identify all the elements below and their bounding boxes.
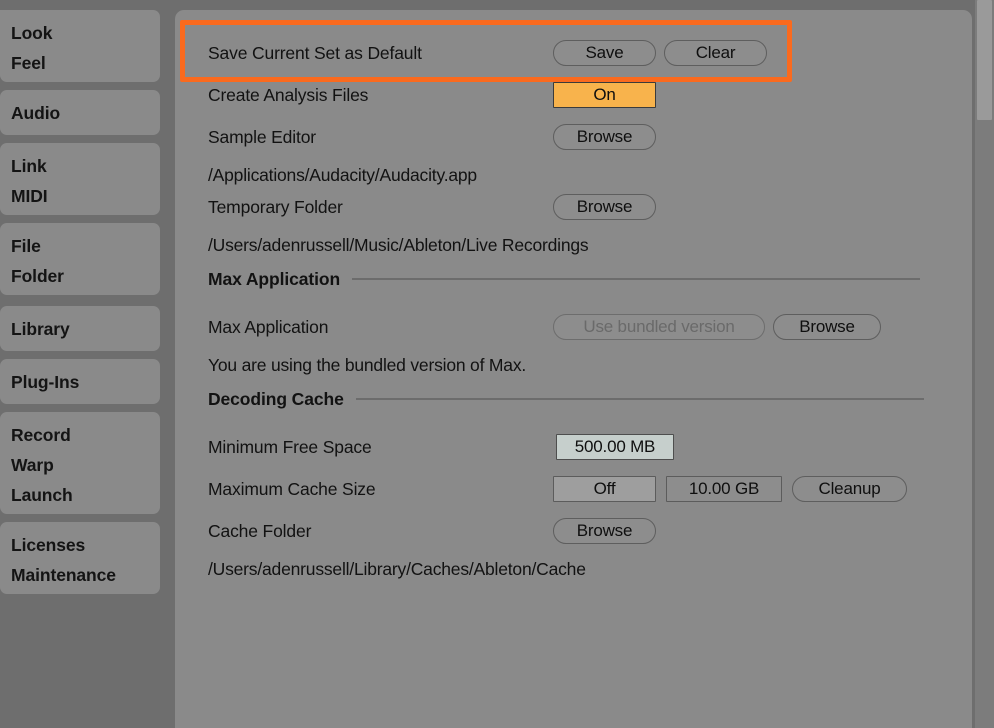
sidebar-item-audio[interactable]: Audio [0,98,160,128]
max-application-label: Max Application [208,317,329,337]
row-cache-folder: Cache Folder Browse [175,510,972,552]
max-application-browse-button[interactable]: Browse [773,314,881,340]
create-analysis-files-toggle[interactable]: On [553,82,656,108]
cache-folder-browse-button[interactable]: Browse [553,518,656,544]
create-analysis-files-label: Create Analysis Files [208,85,369,105]
sidebar-item-launch[interactable]: Launch [0,480,160,510]
sidebar-group-library[interactable]: Library [0,306,160,351]
row-save-current-set-as-default: Save Current Set as Default Save Clear [175,32,972,74]
sidebar-group-audio[interactable]: Audio [0,90,160,135]
preferences-sidebar: Look Feel Audio Link MIDI File Folder Li… [0,0,175,728]
sidebar-group-licenses-maintenance[interactable]: Licenses Maintenance [0,522,160,594]
row-create-analysis-files: Create Analysis Files On [175,74,972,116]
sidebar-group-plugins[interactable]: Plug-Ins [0,359,160,404]
temporary-folder-browse-button[interactable]: Browse [553,194,656,220]
row-temporary-folder: Temporary Folder Browse [175,186,972,228]
section-header-max-application: Max Application [175,258,972,300]
sidebar-item-library[interactable]: Library [0,314,160,344]
sidebar-group-file-folder[interactable]: File Folder [0,223,160,295]
sidebar-group-look-feel[interactable]: Look Feel [0,10,160,82]
sidebar-item-folder[interactable]: Folder [0,261,160,291]
cleanup-button[interactable]: Cleanup [792,476,907,502]
vertical-scrollbar-track[interactable] [975,0,994,728]
cache-folder-path: /Users/adenrussell/Library/Caches/Ableto… [208,559,586,579]
preferences-window: Look Feel Audio Link MIDI File Folder Li… [0,0,994,728]
sidebar-item-licenses[interactable]: Licenses [0,530,160,560]
sidebar-item-feel[interactable]: Feel [0,48,160,78]
row-maximum-cache-size: Maximum Cache Size Off 10.00 GB Cleanup [175,468,972,510]
sidebar-item-warp[interactable]: Warp [0,450,160,480]
sidebar-item-link[interactable]: Link [0,151,160,181]
sidebar-item-look[interactable]: Look [0,18,160,48]
max-application-section-title: Max Application [208,268,341,289]
save-button[interactable]: Save [553,40,656,66]
use-bundled-version-button[interactable]: Use bundled version [553,314,765,340]
row-max-application: Max Application Use bundled version Brow… [175,306,972,348]
maximum-cache-size-toggle[interactable]: Off [553,476,656,502]
sidebar-item-record[interactable]: Record [0,420,160,450]
save-current-set-label: Save Current Set as Default [208,43,422,63]
minimum-free-space-label: Minimum Free Space [208,437,372,457]
minimum-free-space-field[interactable]: 500.00 MB [556,434,674,460]
maximum-cache-size-field[interactable]: 10.00 GB [666,476,782,502]
vertical-scrollbar-thumb[interactable] [977,0,992,120]
cache-folder-label: Cache Folder [208,521,312,541]
sidebar-item-maintenance[interactable]: Maintenance [0,560,160,590]
sidebar-item-file[interactable]: File [0,231,160,261]
section-header-decoding-cache: Decoding Cache [175,378,972,420]
section-divider [352,278,921,280]
row-sample-editor: Sample Editor Browse [175,116,972,158]
sidebar-group-link-midi[interactable]: Link MIDI [0,143,160,215]
temporary-folder-label: Temporary Folder [208,197,343,217]
row-minimum-free-space: Minimum Free Space 500.00 MB [175,426,972,468]
decoding-cache-section-title: Decoding Cache [208,388,344,409]
sidebar-item-midi[interactable]: MIDI [0,181,160,211]
clear-button[interactable]: Clear [664,40,767,66]
maximum-cache-size-label: Maximum Cache Size [208,479,376,499]
preferences-content-panel: Save Current Set as Default Save Clear C… [175,10,972,728]
sidebar-item-plug-ins[interactable]: Plug-Ins [0,367,160,397]
sidebar-group-record-warp-launch[interactable]: Record Warp Launch [0,412,160,514]
sample-editor-browse-button[interactable]: Browse [553,124,656,150]
section-divider [355,398,924,400]
sample-editor-label: Sample Editor [208,127,316,147]
